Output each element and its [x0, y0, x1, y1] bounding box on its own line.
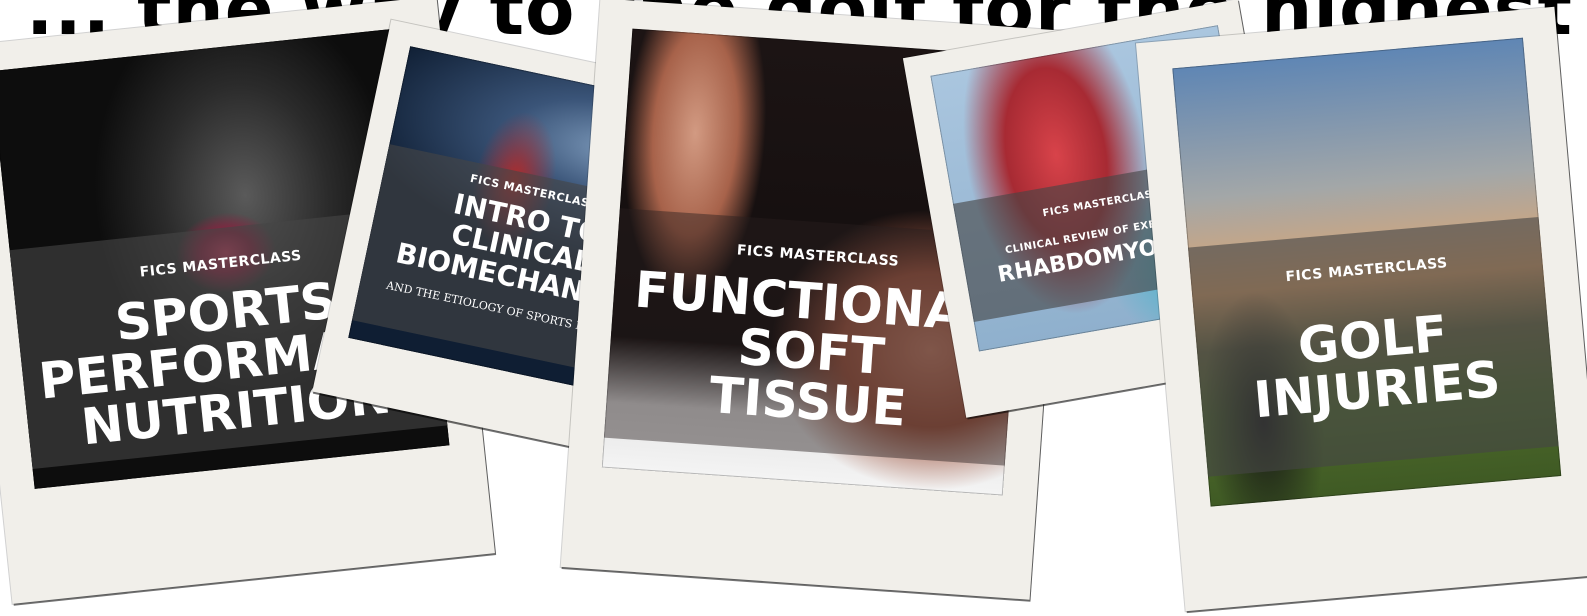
course-card-golf-injuries[interactable]: FICS MASTERCLASS GOLF INJURIES — [1135, 6, 1587, 612]
course-photo-golf-course: FICS MASTERCLASS GOLF INJURIES — [1172, 37, 1562, 507]
